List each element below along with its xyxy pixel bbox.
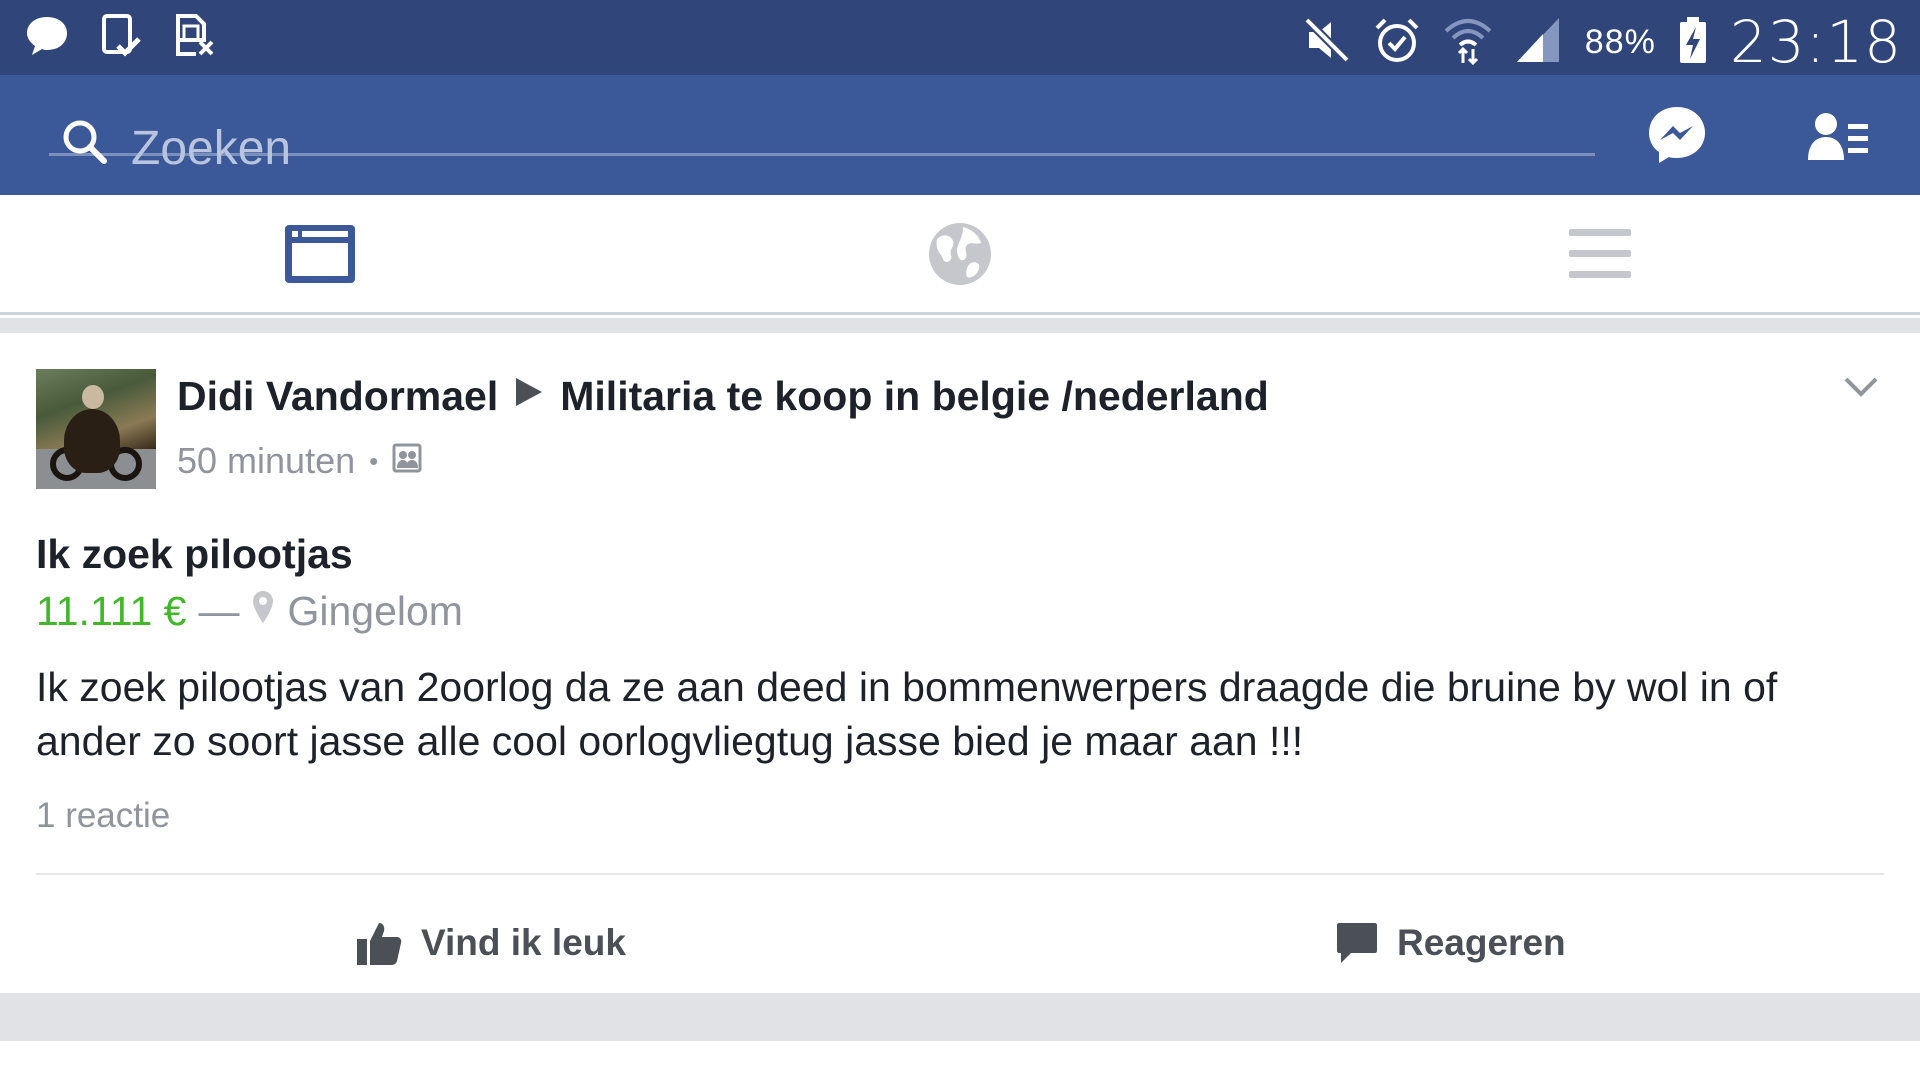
- signal-icon: [1515, 16, 1563, 69]
- search-bar: [0, 75, 1920, 195]
- group-name[interactable]: Militaria te koop in belgie /nederland: [560, 373, 1269, 420]
- mute-icon: [1303, 16, 1351, 69]
- messenger-icon: [1649, 107, 1705, 163]
- wifi-icon: [1443, 15, 1493, 70]
- system-status: 88% 23:18: [1303, 8, 1902, 76]
- feed-post: Didi Vandormael Militaria te koop in bel…: [0, 333, 1920, 993]
- search-field[interactable]: [49, 100, 1595, 176]
- location[interactable]: Gingelom: [287, 588, 462, 635]
- battery-charging-icon: [1678, 15, 1708, 70]
- author-name[interactable]: Didi Vandormael: [177, 373, 498, 420]
- tab-news-feed[interactable]: [0, 195, 640, 312]
- price: 11.111 €: [36, 588, 187, 634]
- avatar-figure: [64, 409, 120, 473]
- alarm-icon: [1373, 16, 1421, 69]
- clock: 23:18: [1729, 8, 1902, 76]
- search-icon[interactable]: [61, 118, 109, 171]
- notification-icons: [24, 12, 216, 63]
- thumbs-up-icon: [357, 923, 402, 965]
- chevron-down-icon: [1844, 377, 1878, 397]
- post-meta: 50 minuten •: [177, 440, 422, 482]
- battery-percent: 88%: [1584, 22, 1656, 61]
- search-input[interactable]: [131, 120, 1531, 176]
- menu-icon: [1569, 228, 1631, 278]
- sim-card-error-icon: [172, 12, 216, 63]
- comment-button[interactable]: Reageren: [1335, 903, 1566, 983]
- next-post-area: [0, 1041, 1920, 1080]
- feed-separator: [0, 993, 1920, 1041]
- post-options-button[interactable]: [1843, 375, 1879, 404]
- comment-icon: [1337, 923, 1377, 963]
- like-button[interactable]: Vind ik leuk: [355, 903, 626, 983]
- price-separator: —: [198, 588, 240, 634]
- meta-separator: •: [369, 445, 379, 476]
- tab-menu[interactable]: [1280, 195, 1920, 312]
- arrow-right-icon: [514, 376, 544, 417]
- status-bar: 88% 23:18: [0, 0, 1920, 76]
- location-pin-icon: [251, 588, 275, 635]
- friend-requests-button[interactable]: [1808, 112, 1870, 167]
- group-privacy-icon: [392, 440, 422, 482]
- tab-bar: [0, 195, 1920, 315]
- news-feed-icon: [285, 224, 355, 283]
- messenger-button[interactable]: [1646, 104, 1708, 171]
- divider: [36, 873, 1884, 875]
- feed-separator: [0, 318, 1920, 333]
- price-line: 11.111 € — Gingelom: [36, 588, 463, 635]
- reaction-count[interactable]: 1 reactie: [36, 796, 170, 836]
- avatar-head: [82, 385, 104, 409]
- like-label: Vind ik leuk: [421, 922, 626, 963]
- post-body: Ik zoek pilootjas van 2oorlog da ze aan …: [36, 664, 1778, 764]
- download-check-icon: [100, 12, 142, 63]
- post-title: Ik zoek pilootjas: [36, 531, 353, 577]
- post-header: Didi Vandormael Militaria te koop in bel…: [177, 373, 1269, 420]
- friend-requests-icon: [1808, 113, 1868, 160]
- post-time[interactable]: 50 minuten: [177, 440, 355, 482]
- message-bubble-icon: [24, 12, 70, 63]
- tab-notifications[interactable]: [640, 195, 1280, 312]
- comment-label: Reageren: [1397, 922, 1566, 963]
- avatar[interactable]: [36, 369, 156, 489]
- globe-icon: [929, 222, 991, 285]
